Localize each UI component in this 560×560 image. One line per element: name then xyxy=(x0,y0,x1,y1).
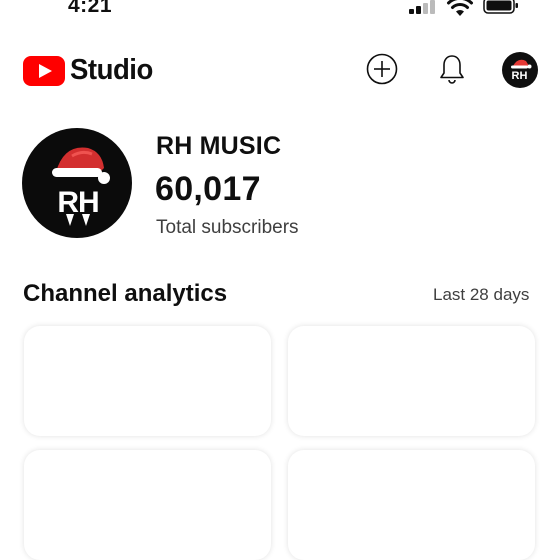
battery-icon xyxy=(483,0,518,14)
analytics-title: Channel analytics xyxy=(23,280,228,307)
subscriber-count: 60,017 xyxy=(155,170,261,208)
channel-name: RH MUSIC xyxy=(156,132,282,160)
channel-avatar[interactable]: RH xyxy=(22,128,132,238)
notifications-button[interactable] xyxy=(435,52,469,86)
subscriber-label: Total subscribers xyxy=(156,217,299,238)
analytics-card[interactable] xyxy=(288,450,535,560)
channel-logo-icon: RH xyxy=(52,147,110,226)
analytics-card[interactable] xyxy=(24,450,271,560)
svg-text:RH: RH xyxy=(512,70,528,82)
logo-text: Studio xyxy=(70,54,153,86)
status-time: 4:21 xyxy=(68,0,113,17)
plus-circle-icon xyxy=(366,53,398,85)
app-header: Studio RH xyxy=(0,44,560,96)
youtube-play-icon xyxy=(23,55,65,86)
studio-logo[interactable]: Studio xyxy=(23,54,157,87)
analytics-period[interactable]: Last 28 days xyxy=(433,285,529,305)
bell-icon xyxy=(440,55,464,84)
analytics-card[interactable] xyxy=(24,326,271,436)
create-button[interactable] xyxy=(365,52,399,86)
status-bar: 4:21 xyxy=(0,0,560,22)
analytics-card[interactable] xyxy=(288,326,535,436)
account-avatar[interactable]: RH xyxy=(502,52,538,88)
svg-text:RH: RH xyxy=(57,186,98,219)
channel-logo-icon: RH xyxy=(511,59,532,82)
cellular-signal-icon xyxy=(409,0,439,16)
wifi-icon xyxy=(447,0,473,16)
